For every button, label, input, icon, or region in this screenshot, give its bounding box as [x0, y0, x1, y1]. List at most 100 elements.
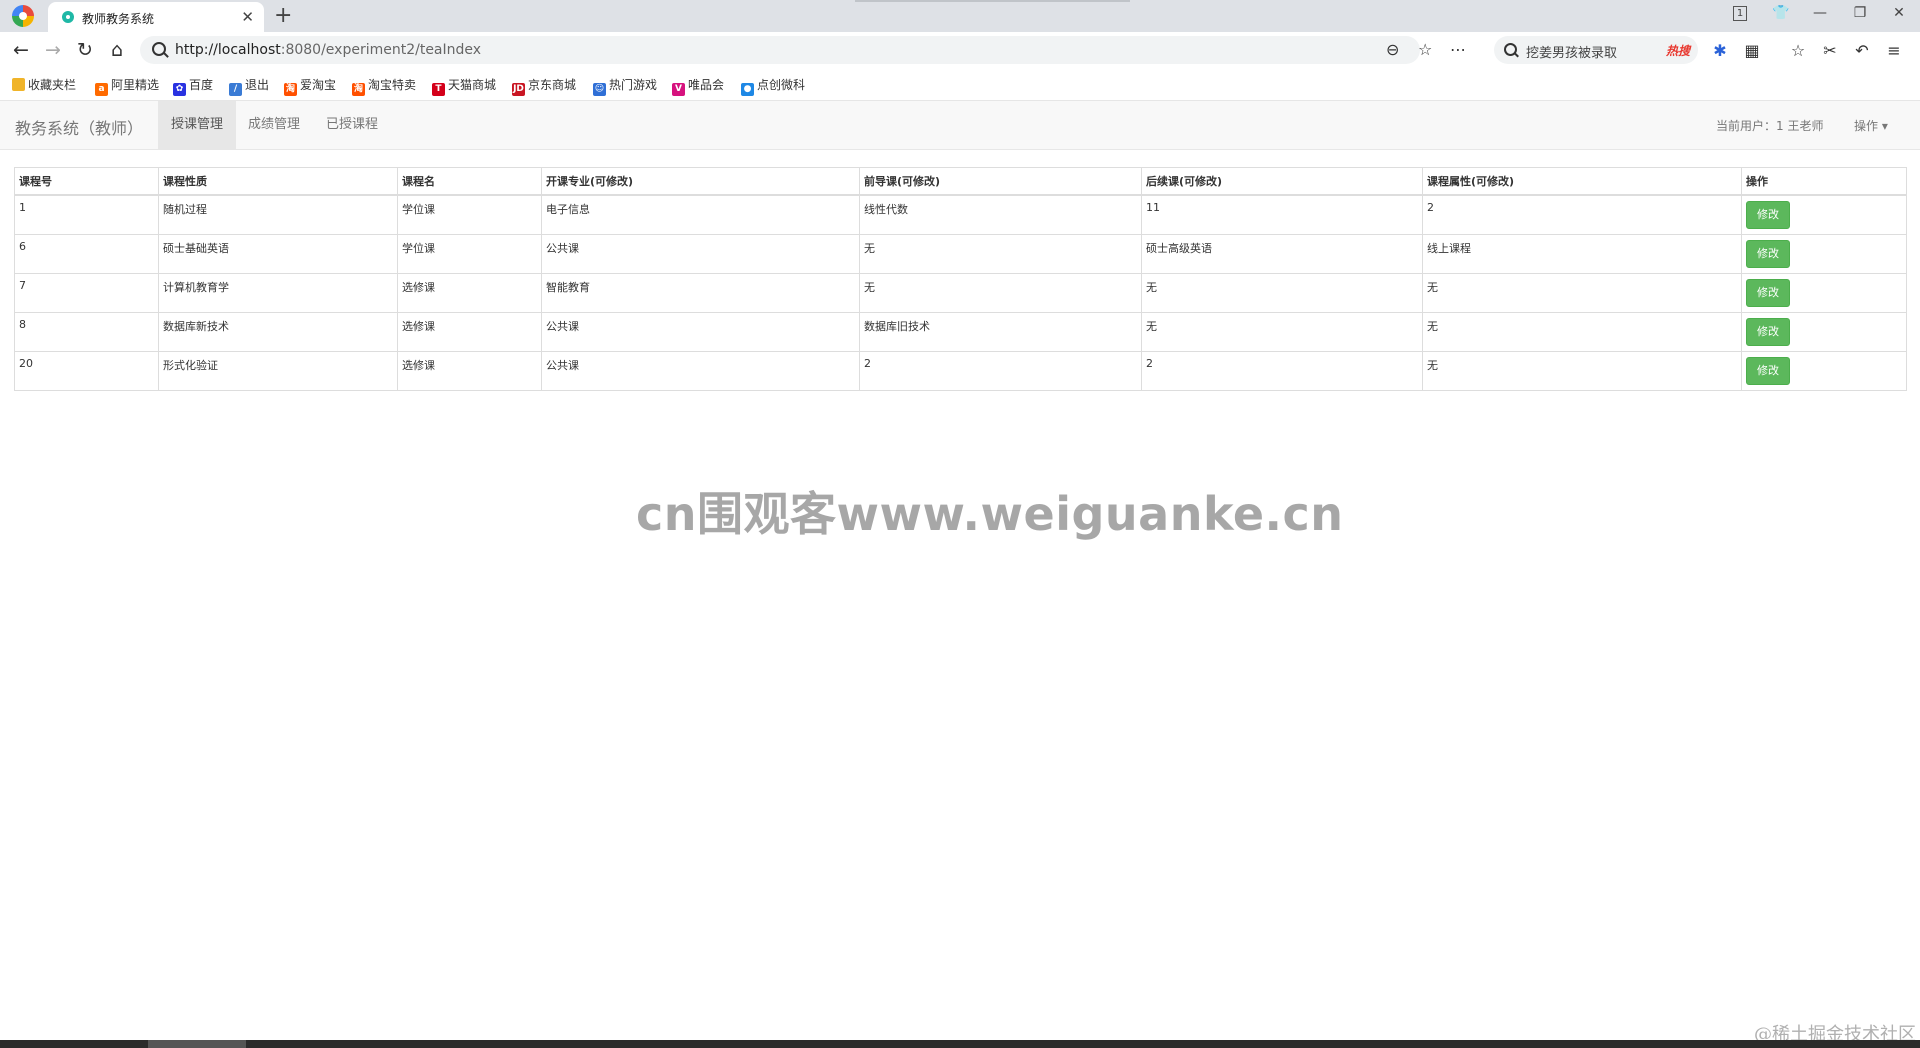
cell-follow-up: 2 [1141, 351, 1423, 391]
cell-course-nature: 形式化验证 [158, 351, 398, 391]
zoom-icon[interactable]: ⊖ [1386, 40, 1399, 59]
bookmark-item[interactable]: ☺ 热门游戏 [593, 76, 657, 96]
table-row: 1 随机过程 学位课 电子信息 线性代数 11 2 修改 [14, 194, 1907, 235]
url-text[interactable]: http://localhost:8080/experiment2/teaInd… [175, 42, 481, 58]
cell-course-nature: 数据库新技术 [158, 312, 398, 352]
minimize-icon[interactable]: — [1808, 5, 1832, 21]
nav-taught-courses[interactable]: 已授课程 [313, 101, 391, 149]
cell-follow-up: 无 [1141, 312, 1423, 352]
cell-major: 公共课 [541, 312, 860, 352]
search-input[interactable]: 挖姜男孩被录取 热搜 [1494, 36, 1698, 64]
bookmark-item[interactable]: a 阿里精选 [95, 76, 159, 96]
cell-prerequisite: 无 [859, 234, 1142, 274]
tab-strip: 教师教务系统 ✕ + 1 👕 — ❐ ✕ [0, 0, 1920, 32]
col-major: 开课专业(可修改) [541, 167, 860, 196]
address-bar[interactable]: http://localhost:8080/experiment2/teaInd… [140, 36, 1466, 64]
bookmark-item[interactable]: 收藏夹栏 [12, 76, 76, 93]
col-attribute: 课程属性(可修改) [1422, 167, 1742, 196]
search-icon [1504, 43, 1517, 56]
cell-actions: 修改 [1741, 234, 1907, 274]
restore-icon[interactable]: ❐ [1848, 5, 1872, 21]
table-row: 8 数据库新技术 选修课 公共课 数据库旧技术 无 无 修改 [14, 312, 1907, 352]
table-row: 6 硕士基础英语 学位课 公共课 无 硕士高级英语 线上课程 修改 [14, 234, 1907, 274]
course-table: 课程号 课程性质 课程名 开课专业(可修改) 前导课(可修改) 后续课(可修改)… [14, 167, 1907, 391]
cell-actions: 修改 [1741, 194, 1907, 235]
taobao-icon: 淘 [352, 83, 365, 96]
bookmark-item[interactable]: 淘淘宝特卖 [352, 76, 416, 96]
nav-course-teaching[interactable]: 授课管理 [158, 101, 237, 149]
loading-indicator [855, 0, 1130, 2]
browser-logo-icon[interactable] [12, 5, 34, 27]
taskbar-active-item[interactable] [148, 1040, 246, 1048]
window-close-icon[interactable]: ✕ [1887, 5, 1911, 21]
feather-icon: / [229, 83, 242, 96]
window-count-badge[interactable]: 1 [1733, 6, 1747, 21]
cell-course-id: 20 [14, 351, 159, 391]
globe-icon: ● [741, 83, 754, 96]
cell-course-nature: 计算机教育学 [158, 273, 398, 313]
edit-button[interactable]: 修改 [1746, 240, 1790, 268]
col-course-nature: 课程性质 [158, 167, 398, 196]
bookmark-item[interactable]: 淘爱淘宝 [284, 76, 336, 96]
star-icon[interactable]: ☆ [1418, 40, 1432, 59]
folder-icon [12, 78, 25, 91]
current-user-label: 当前用户：1 王老师 [1716, 119, 1824, 133]
forward-arrow-icon[interactable]: → [41, 38, 65, 62]
cell-attribute: 无 [1422, 351, 1742, 391]
shirt-skin-icon[interactable]: 👕 [1769, 5, 1793, 21]
cell-prerequisite: 无 [859, 273, 1142, 313]
col-course-id: 课程号 [14, 167, 159, 196]
cell-attribute: 无 [1422, 312, 1742, 352]
extension-icon[interactable]: ✱ [1710, 41, 1730, 60]
nav-grade-management[interactable]: 成绩管理 [235, 101, 313, 149]
bookmark-item[interactable]: / 退出 [229, 76, 269, 96]
edit-button[interactable]: 修改 [1746, 318, 1790, 346]
reload-icon[interactable]: ↻ [73, 38, 97, 62]
edit-button[interactable]: 修改 [1746, 357, 1790, 385]
tab-close-icon[interactable]: ✕ [241, 8, 254, 26]
apps-grid-icon[interactable]: ▦ [1742, 41, 1762, 60]
screenshot-scissors-icon[interactable]: ✂ [1820, 41, 1840, 60]
cell-actions: 修改 [1741, 273, 1907, 313]
bookmarks-bar: 收藏夹栏 a 阿里精选 ✿ 百度 / 退出 淘爱淘宝 淘淘宝特卖 T 天猫商城 JD 京东… [0, 68, 1920, 101]
table-header-row: 课程号 课程性质 课程名 开课专业(可修改) 前导课(可修改) 后续课(可修改)… [14, 167, 1907, 196]
bookmark-item[interactable]: ✿ 百度 [173, 76, 213, 96]
cell-major: 公共课 [541, 351, 860, 391]
cell-course-name: 选修课 [397, 312, 542, 352]
undo-icon[interactable]: ↶ [1852, 41, 1872, 60]
browser-tab[interactable]: 教师教务系统 ✕ [48, 2, 264, 32]
cell-prerequisite: 线性代数 [859, 194, 1142, 235]
edit-button[interactable]: 修改 [1746, 201, 1790, 229]
bookmark-item[interactable]: JD 京东商城 [512, 76, 576, 96]
cell-actions: 修改 [1741, 312, 1907, 352]
bookmark-item[interactable]: V 唯品会 [672, 76, 724, 96]
cell-course-name: 选修课 [397, 351, 542, 391]
bookmark-item[interactable]: ● 点创微科 [741, 76, 805, 96]
menu-icon[interactable]: ≡ [1884, 41, 1904, 60]
taobao-icon: 淘 [284, 83, 297, 96]
cell-course-name: 学位课 [397, 194, 542, 235]
cell-follow-up: 无 [1141, 273, 1423, 313]
app-brand[interactable]: 教务系统（教师） [15, 115, 143, 139]
operations-dropdown[interactable]: 操作 ▾ [1854, 117, 1888, 134]
col-follow-up: 后续课(可修改) [1141, 167, 1423, 196]
new-tab-icon[interactable]: + [274, 3, 292, 28]
baidu-paw-icon: ✿ [173, 83, 186, 96]
browser-toolbar: ← → ↻ ⌂ http://localhost:8080/experiment… [0, 32, 1920, 68]
more-dots-icon[interactable]: ⋯ [1450, 40, 1466, 59]
cell-course-nature: 随机过程 [158, 194, 398, 235]
edit-button[interactable]: 修改 [1746, 279, 1790, 307]
bookmark-item[interactable]: T 天猫商城 [432, 76, 496, 96]
cell-prerequisite: 数据库旧技术 [859, 312, 1142, 352]
favorites-list-icon[interactable]: ☆ [1788, 41, 1808, 60]
cell-course-name: 学位课 [397, 234, 542, 274]
cell-attribute: 2 [1422, 194, 1742, 235]
cell-follow-up: 硕士高级英语 [1141, 234, 1423, 274]
table-row: 7 计算机教育学 选修课 智能教育 无 无 无 修改 [14, 273, 1907, 313]
cell-course-id: 1 [14, 194, 159, 235]
hot-search-badge[interactable]: 热搜 [1666, 42, 1690, 59]
cell-major: 智能教育 [541, 273, 860, 313]
home-icon[interactable]: ⌂ [105, 38, 129, 62]
cell-prerequisite: 2 [859, 351, 1142, 391]
back-arrow-icon[interactable]: ← [9, 38, 33, 62]
